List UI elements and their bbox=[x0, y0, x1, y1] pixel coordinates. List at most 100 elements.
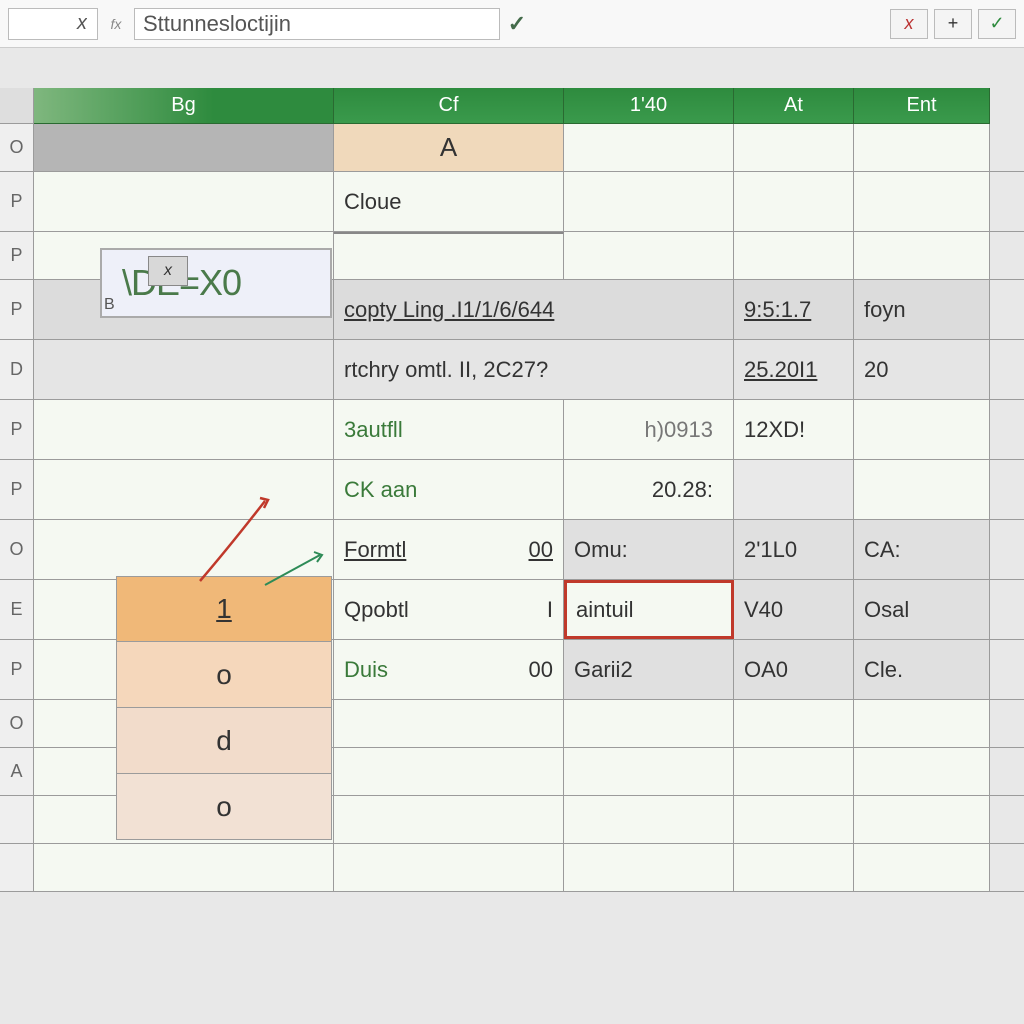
cell[interactable] bbox=[564, 172, 734, 231]
cell-text: Qpobtl bbox=[344, 597, 409, 623]
cell[interactable] bbox=[34, 124, 334, 171]
cell[interactable] bbox=[734, 700, 854, 747]
cell[interactable]: h)0913 bbox=[564, 400, 734, 459]
cell[interactable] bbox=[734, 172, 854, 231]
cell[interactable] bbox=[854, 232, 990, 279]
spreadsheet[interactable]: Bg Cf 1'40 At Ent x B \DE=X0 1 o d o O A bbox=[0, 88, 1024, 892]
row-header[interactable]: O bbox=[0, 700, 34, 747]
row-header[interactable]: P bbox=[0, 640, 34, 699]
plus-icon[interactable]: + bbox=[934, 9, 972, 39]
row-header[interactable]: P bbox=[0, 280, 34, 339]
column-header-E[interactable]: Ent bbox=[854, 88, 990, 124]
cell[interactable]: OA0 bbox=[734, 640, 854, 699]
cell[interactable] bbox=[854, 844, 990, 891]
cell[interactable]: 2'1L0 bbox=[734, 520, 854, 579]
cell[interactable] bbox=[34, 844, 334, 891]
selected-cell[interactable]: aintuil bbox=[564, 580, 734, 639]
cell[interactable]: Duis 00 bbox=[334, 640, 564, 699]
row-header[interactable]: A bbox=[0, 748, 34, 795]
cell[interactable] bbox=[34, 400, 334, 459]
cell[interactable]: V40 bbox=[734, 580, 854, 639]
cell[interactable] bbox=[564, 748, 734, 795]
cell[interactable] bbox=[34, 520, 334, 579]
row-header[interactable] bbox=[0, 844, 34, 891]
cell[interactable] bbox=[734, 460, 854, 519]
cell[interactable] bbox=[854, 460, 990, 519]
row-header[interactable]: O bbox=[0, 124, 34, 171]
cancel-icon[interactable]: x bbox=[890, 9, 928, 39]
confirm-icon[interactable]: ✓ bbox=[978, 9, 1016, 39]
cell[interactable] bbox=[854, 796, 990, 843]
cell[interactable] bbox=[34, 460, 334, 519]
cell[interactable]: rtchry omtl. II, 2C27? bbox=[334, 340, 734, 399]
cell[interactable] bbox=[854, 400, 990, 459]
row-header[interactable]: P bbox=[0, 400, 34, 459]
cell[interactable] bbox=[734, 232, 854, 279]
cell[interactable] bbox=[734, 124, 854, 171]
cell[interactable]: 12XD! bbox=[734, 400, 854, 459]
cell[interactable]: 9:5:1.7 bbox=[734, 280, 854, 339]
cell[interactable]: CA: bbox=[854, 520, 990, 579]
cell[interactable]: 20.28: bbox=[564, 460, 734, 519]
cell[interactable] bbox=[334, 748, 564, 795]
cell[interactable]: Cloue bbox=[334, 172, 564, 231]
cell-num: 00 bbox=[529, 537, 553, 563]
cell[interactable] bbox=[854, 748, 990, 795]
cell[interactable] bbox=[34, 172, 334, 231]
cell[interactable] bbox=[734, 844, 854, 891]
name-badge-mini-icon: x bbox=[148, 256, 188, 286]
cell[interactable]: Cle. bbox=[854, 640, 990, 699]
cell[interactable] bbox=[334, 844, 564, 891]
cell[interactable]: foyn bbox=[854, 280, 990, 339]
row-header[interactable]: D bbox=[0, 340, 34, 399]
orange-cell-1[interactable]: 1 bbox=[116, 576, 332, 642]
cell[interactable] bbox=[734, 796, 854, 843]
cell[interactable] bbox=[564, 124, 734, 171]
cell[interactable] bbox=[734, 748, 854, 795]
cell[interactable] bbox=[334, 232, 564, 279]
formula-input[interactable]: Sttunnesloctijin bbox=[134, 8, 500, 40]
cell[interactable]: A bbox=[334, 124, 564, 171]
orange-column-block[interactable]: 1 o d o bbox=[116, 576, 332, 842]
orange-cell-3[interactable]: d bbox=[116, 708, 332, 774]
cell[interactable]: Formtl 00 bbox=[334, 520, 564, 579]
cell[interactable] bbox=[564, 796, 734, 843]
fx-icon: fx bbox=[106, 14, 126, 34]
cell[interactable]: Qpobtl I bbox=[334, 580, 564, 639]
row-header[interactable]: P bbox=[0, 232, 34, 279]
cell[interactable]: 25.20I1 bbox=[734, 340, 854, 399]
cell[interactable] bbox=[854, 124, 990, 171]
column-header-B[interactable]: Cf bbox=[334, 88, 564, 124]
cell[interactable] bbox=[334, 796, 564, 843]
cell[interactable]: 20 bbox=[854, 340, 990, 399]
cell[interactable] bbox=[564, 844, 734, 891]
row-header[interactable]: P bbox=[0, 460, 34, 519]
cell[interactable] bbox=[854, 172, 990, 231]
cell[interactable] bbox=[564, 232, 734, 279]
grid-row: D rtchry omtl. II, 2C27? 25.20I1 20 bbox=[0, 340, 1024, 400]
cell[interactable]: Omu: bbox=[564, 520, 734, 579]
select-all-corner[interactable] bbox=[0, 88, 34, 124]
name-badge: x B \DE=X0 bbox=[100, 248, 332, 318]
column-header-A[interactable]: Bg bbox=[34, 88, 334, 124]
orange-cell-2[interactable]: o bbox=[116, 642, 332, 708]
cell[interactable]: Garii2 bbox=[564, 640, 734, 699]
name-box[interactable] bbox=[8, 8, 98, 40]
row-header[interactable]: P bbox=[0, 172, 34, 231]
cell[interactable] bbox=[854, 700, 990, 747]
cell[interactable] bbox=[334, 700, 564, 747]
cell[interactable]: Osal bbox=[854, 580, 990, 639]
cell[interactable]: CK aan bbox=[334, 460, 564, 519]
cell[interactable] bbox=[564, 700, 734, 747]
cell-text: CK aan bbox=[344, 477, 417, 503]
cell[interactable]: 3autfll bbox=[334, 400, 564, 459]
cell[interactable]: copty Ling .I1/1/6/644 bbox=[334, 280, 734, 339]
cell[interactable] bbox=[34, 340, 334, 399]
row-header[interactable] bbox=[0, 796, 34, 843]
accept-icon[interactable]: ✓ bbox=[508, 11, 526, 37]
orange-cell-4[interactable]: o bbox=[116, 774, 332, 840]
column-header-C[interactable]: 1'40 bbox=[564, 88, 734, 124]
column-header-D[interactable]: At bbox=[734, 88, 854, 124]
row-header[interactable]: E bbox=[0, 580, 34, 639]
row-header[interactable]: O bbox=[0, 520, 34, 579]
